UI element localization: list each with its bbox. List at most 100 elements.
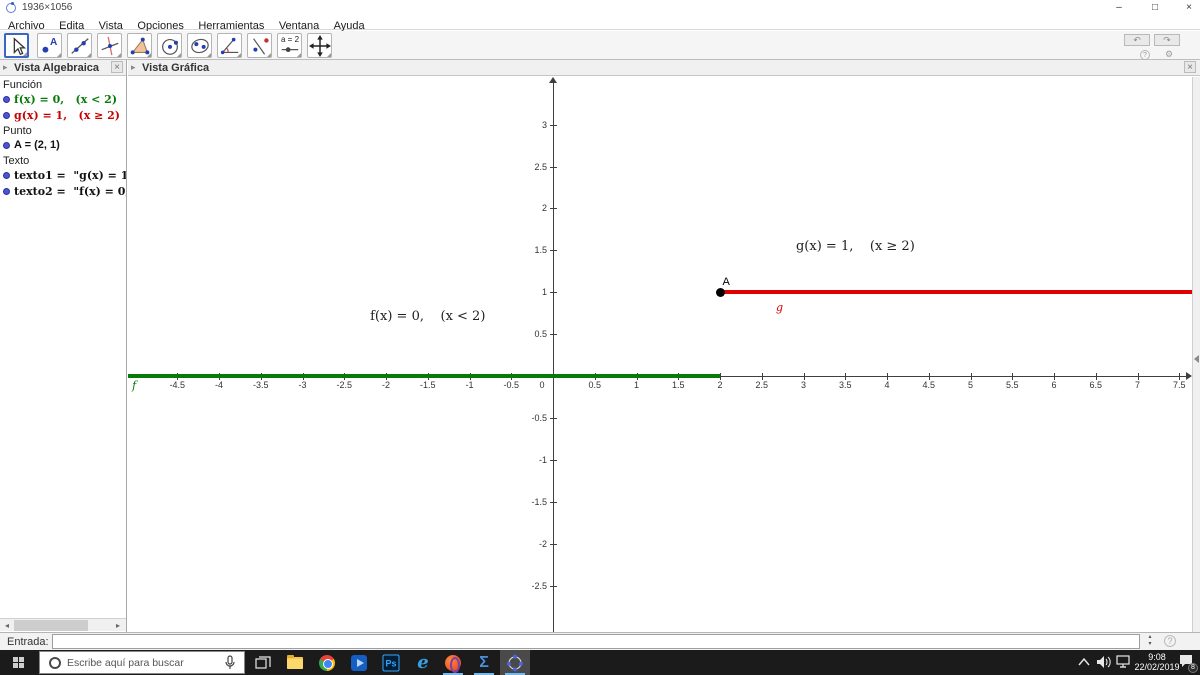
y-tick-label: -1.5 [531, 496, 547, 507]
algebra-close-icon[interactable]: × [111, 61, 123, 73]
toolbar-help-icon[interactable]: ? [1140, 50, 1150, 60]
y-tick-label: -1 [538, 454, 547, 465]
y-tick [550, 543, 557, 545]
algebra-item-texto2[interactable]: texto2 = "f(x) = 0, [0, 183, 126, 199]
y-tick [550, 292, 557, 294]
geogebra-classic-button[interactable] [438, 650, 468, 675]
file-explorer-button[interactable] [280, 650, 310, 675]
scrollbar-thumb[interactable] [14, 620, 88, 631]
x-tick [1179, 373, 1181, 380]
y-tick [550, 501, 557, 503]
algebra-collapse-icon[interactable]: ▸ [3, 62, 8, 73]
input-history-spinner[interactable]: ▴ ▾ [1144, 634, 1156, 649]
text-object-label[interactable]: f(x) = 0, (x < 2) [370, 309, 485, 324]
circle-icon [162, 38, 178, 55]
algebra-item-a[interactable]: A = (2, 1) [0, 137, 126, 153]
panel-collapse-arrow[interactable] [1194, 355, 1199, 363]
text-object-label[interactable]: g(x) = 1, (x ≥ 2) [796, 239, 915, 254]
visibility-marble[interactable] [3, 171, 10, 179]
algebra-item-g[interactable]: g(x) = 1, (x ≥ 2) [0, 107, 126, 123]
move-graphics-icon [309, 35, 331, 57]
minimize-button[interactable]: – [1112, 1, 1126, 15]
side-strip [1192, 77, 1200, 632]
visibility-marble[interactable] [3, 111, 10, 119]
x-tick-label: 5.5 [1005, 380, 1019, 390]
chrome-button[interactable] [312, 650, 342, 675]
geogebra-active-button[interactable] [500, 650, 530, 675]
algebra-view-title: Vista Algebraica [14, 62, 99, 74]
x-tick-label: 3.5 [838, 380, 852, 390]
movies-tv-button[interactable] [344, 650, 374, 675]
x-tick-label: -3 [298, 380, 307, 390]
graphics-canvas[interactable]: -4.5 -4 -3.5 -3 -2.5 -2 -1.5 -1 -0.5 0 0.5 1 1.5 2 2.5… [128, 77, 1192, 632]
point-icon: A [42, 37, 58, 53]
graphics-view-panel: ▸ Vista Gráfica × -4.5 -4 -3.5 -3 -2.5 -2 -1.5… [128, 60, 1200, 632]
spinner-down-icon[interactable]: ▾ [1144, 641, 1156, 648]
y-tick-label: 3 [541, 119, 547, 130]
start-button[interactable] [0, 650, 38, 675]
point-label: A [722, 276, 730, 289]
close-button[interactable]: × [1182, 1, 1196, 15]
undo-button[interactable]: ↶ [1124, 34, 1150, 46]
x-tick-label: 1.5 [671, 380, 685, 390]
algebra-item-texto1[interactable]: texto1 = "g(x) = 1, [0, 167, 126, 183]
x-tick-label: 7 [1134, 380, 1140, 390]
tool-line-button[interactable] [67, 33, 92, 58]
search-box[interactable]: Escribe aquí para buscar [39, 651, 245, 674]
internet-explorer-icon: e [417, 651, 429, 673]
volume-icon[interactable] [1096, 655, 1112, 669]
tool-perpendicular-button[interactable] [97, 33, 122, 58]
graphics-close-icon[interactable]: × [1184, 61, 1196, 73]
x-tick [1095, 373, 1097, 380]
graphics-collapse-icon[interactable]: ▸ [131, 62, 136, 73]
tool-conic-button[interactable] [187, 33, 212, 58]
visibility-marble[interactable] [3, 187, 10, 195]
y-tick [550, 166, 557, 168]
redo-button[interactable]: ↷ [1154, 34, 1180, 46]
tray-chevron-icon[interactable] [1078, 658, 1090, 666]
task-view-button[interactable] [248, 650, 278, 675]
x-tick [1012, 373, 1014, 380]
internet-explorer-button[interactable]: e [408, 650, 438, 675]
photoshop-button[interactable]: Ps [376, 650, 406, 675]
tool-point-button[interactable]: A [37, 33, 62, 58]
algebra-items: Función f(x) = 0, (x < 2) g(x) = 1, (x ≥… [0, 77, 126, 199]
input-help-icon[interactable]: ? [1164, 635, 1176, 647]
line-icon [71, 38, 89, 54]
function-segment-f[interactable] [128, 374, 720, 378]
y-tick [550, 208, 557, 210]
svg-text:A: A [50, 37, 58, 48]
y-tick [550, 334, 557, 336]
microphone-icon[interactable] [224, 654, 236, 671]
x-tick-label: -1 [465, 380, 474, 390]
tool-move-button[interactable] [4, 33, 29, 58]
restore-button[interactable]: □ [1148, 1, 1162, 15]
reflect-icon [253, 38, 269, 55]
tool-move-view-button[interactable] [307, 33, 332, 58]
y-tick-label: -0.5 [531, 412, 547, 423]
spinner-up-icon[interactable]: ▴ [1144, 634, 1156, 641]
toolbar: A a = 2 ↶ ↷ ? ⚙ [0, 31, 1200, 60]
sigma-app-button[interactable]: Σ [469, 650, 499, 675]
folder-icon [287, 654, 303, 669]
algebra-item-f[interactable]: f(x) = 0, (x < 2) [0, 91, 126, 107]
x-tick-label: 4 [884, 380, 890, 390]
y-tick [550, 585, 557, 587]
visibility-marble[interactable] [3, 95, 10, 103]
cortana-icon [49, 656, 61, 669]
scroll-left-button[interactable]: ◂ [1, 620, 13, 631]
function-segment-g[interactable] [720, 290, 1192, 295]
toolbar-settings-icon[interactable]: ⚙ [1165, 49, 1173, 60]
polygon-icon [130, 37, 150, 55]
tool-transform-button[interactable] [247, 33, 272, 58]
entrada-input[interactable] [52, 634, 1140, 649]
tool-polygon-button[interactable] [127, 33, 152, 58]
tool-circle-button[interactable] [157, 33, 182, 58]
tool-angle-button[interactable] [217, 33, 242, 58]
scroll-right-button[interactable]: ▸ [112, 620, 124, 631]
search-placeholder: Escribe aquí para buscar [67, 656, 184, 669]
visibility-marble[interactable] [3, 141, 10, 149]
geogebra-window: 1936×1056 – □ × Archivo Edita Vista Opci… [0, 0, 1200, 675]
point-A[interactable] [715, 287, 725, 297]
tool-slider-button[interactable]: a = 2 [277, 33, 302, 58]
